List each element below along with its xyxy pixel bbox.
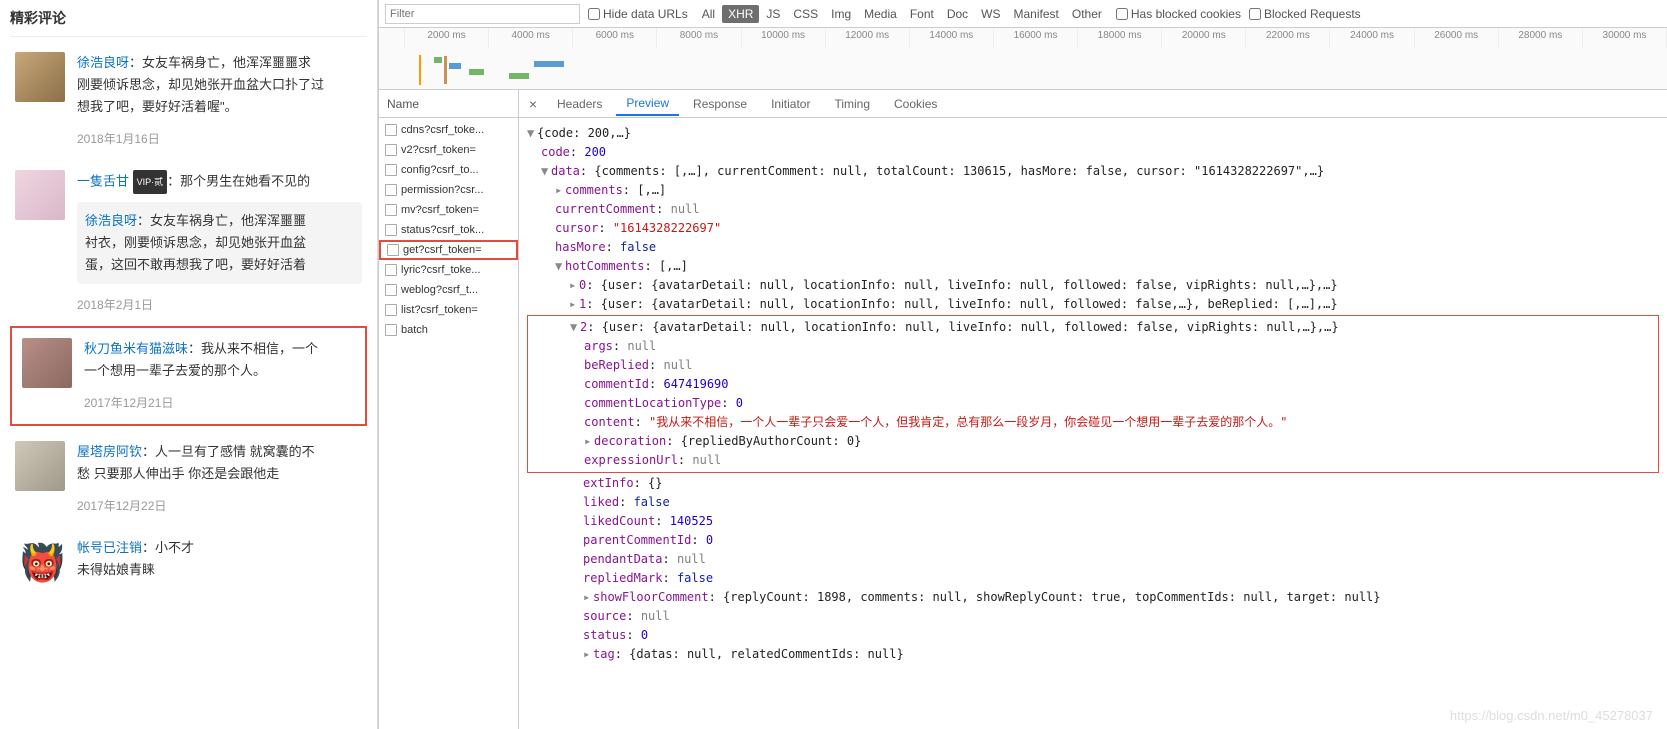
section-title: 精彩评论 xyxy=(10,0,367,37)
tab-cookies[interactable]: Cookies xyxy=(884,93,947,115)
request-row[interactable]: lyric?csrf_toke... xyxy=(379,260,518,280)
filter-tab-media[interactable]: Media xyxy=(858,5,903,23)
blocked-requests-checkbox[interactable]: Blocked Requests xyxy=(1249,7,1361,21)
file-icon xyxy=(385,304,397,316)
network-timeline[interactable]: 2000 ms4000 ms6000 ms8000 ms10000 ms1200… xyxy=(379,28,1667,90)
file-icon xyxy=(385,264,397,276)
request-row-selected[interactable]: get?csrf_token= xyxy=(379,240,518,260)
file-icon xyxy=(385,284,397,296)
filter-tab-manifest[interactable]: Manifest xyxy=(1008,5,1065,23)
highlighted-json-block: ▼2: {user: {avatarDetail: null, location… xyxy=(527,315,1659,473)
name-header: Name xyxy=(379,90,518,118)
nested-reply: 徐浩良呀：女友车祸身亡，他浑浑噩噩 衬衣，刚要倾诉思念，却见她张开血盆 蛋，这回… xyxy=(77,202,362,284)
file-icon xyxy=(385,324,397,336)
filter-tab-css[interactable]: CSS xyxy=(787,5,824,23)
filter-tab-doc[interactable]: Doc xyxy=(941,5,974,23)
avatar[interactable] xyxy=(15,170,65,220)
request-row[interactable]: weblog?csrf_t... xyxy=(379,280,518,300)
filter-type-tabs: All XHR JS CSS Img Media Font Doc WS Man… xyxy=(696,5,1108,23)
highlighted-comment: 秋刀鱼米有猫滋味：我从来不相信，一个 一个想用一辈子去爱的那个人。 2017年1… xyxy=(10,326,367,426)
comment-date: 2018年1月16日 xyxy=(77,128,362,150)
request-row[interactable]: permission?csr... xyxy=(379,180,518,200)
file-icon xyxy=(385,184,397,196)
tab-response[interactable]: Response xyxy=(683,93,757,115)
comment-item: 帐号已注销：小不才 未得姑娘青睐 xyxy=(10,522,367,592)
comment-date: 2017年12月22日 xyxy=(77,495,362,517)
username-link[interactable]: 秋刀鱼米有猫滋味 xyxy=(84,341,188,356)
filter-tab-img[interactable]: Img xyxy=(825,5,857,23)
request-name-column: Name cdns?csrf_toke... v2?csrf_token= co… xyxy=(379,90,519,729)
tab-timing[interactable]: Timing xyxy=(824,93,880,115)
filter-tab-all[interactable]: All xyxy=(696,5,721,23)
avatar[interactable] xyxy=(22,338,72,388)
username-link[interactable]: 徐浩良呀 xyxy=(85,213,137,228)
file-icon xyxy=(385,144,397,156)
comments-panel: 精彩评论 徐浩良呀：女友车祸身亡，他浑浑噩噩求 刚要倾诉思念，却见她张开血盆大口… xyxy=(0,0,378,729)
filter-tab-js[interactable]: JS xyxy=(760,5,786,23)
file-icon xyxy=(385,164,397,176)
devtools-panel: Hide data URLs All XHR JS CSS Img Media … xyxy=(378,0,1667,729)
comment-date: 2017年12月21日 xyxy=(84,392,355,414)
request-row[interactable]: batch xyxy=(379,320,518,340)
username-link[interactable]: 屋塔房阿钦 xyxy=(77,444,142,459)
file-icon xyxy=(387,244,399,256)
comment-item: 徐浩良呀：女友车祸身亡，他浑浑噩噩求 刚要倾诉思念，却见她张开血盆大口扑了过 想… xyxy=(10,37,367,155)
request-row[interactable]: config?csrf_to... xyxy=(379,160,518,180)
request-row[interactable]: mv?csrf_token= xyxy=(379,200,518,220)
comment-item: 屋塔房阿钦：人一旦有了感情 就窝囊的不 愁 只要那人伸出手 你还是会跟他走 20… xyxy=(10,426,367,522)
file-icon xyxy=(385,124,397,136)
tab-headers[interactable]: Headers xyxy=(547,93,612,115)
vip-badge: VIP·贰 xyxy=(133,170,168,194)
request-row[interactable]: cdns?csrf_toke... xyxy=(379,120,518,140)
request-row[interactable]: list?csrf_token= xyxy=(379,300,518,320)
request-row[interactable]: status?csrf_tok... xyxy=(379,220,518,240)
filter-tab-other[interactable]: Other xyxy=(1066,5,1108,23)
comment-item: 一隻舌甘 VIP·贰：那个男生在她看不见的 徐浩良呀：女友车祸身亡，他浑浑噩噩 … xyxy=(10,155,367,321)
hide-data-urls-checkbox[interactable]: Hide data URLs xyxy=(588,7,688,21)
file-icon xyxy=(385,204,397,216)
file-icon xyxy=(385,224,397,236)
avatar[interactable] xyxy=(15,441,65,491)
detail-tabs: × Headers Preview Response Initiator Tim… xyxy=(519,90,1667,118)
filter-tab-ws[interactable]: WS xyxy=(975,5,1006,23)
username-link[interactable]: 帐号已注销 xyxy=(77,540,142,555)
username-link[interactable]: 徐浩良呀 xyxy=(77,55,129,70)
json-preview[interactable]: ▼{code: 200,…} code: 200 ▼data: {comment… xyxy=(519,118,1667,729)
close-icon[interactable]: × xyxy=(523,96,543,112)
filter-tab-font[interactable]: Font xyxy=(904,5,940,23)
request-detail: × Headers Preview Response Initiator Tim… xyxy=(519,90,1667,729)
username-link[interactable]: 一隻舌甘 xyxy=(77,173,129,188)
avatar[interactable] xyxy=(15,52,65,102)
request-row[interactable]: v2?csrf_token= xyxy=(379,140,518,160)
network-toolbar: Hide data URLs All XHR JS CSS Img Media … xyxy=(379,0,1667,28)
blocked-cookies-checkbox[interactable]: Has blocked cookies xyxy=(1116,7,1241,21)
tab-initiator[interactable]: Initiator xyxy=(761,93,820,115)
filter-tab-xhr[interactable]: XHR xyxy=(722,5,759,23)
avatar[interactable] xyxy=(15,537,65,587)
comment-date: 2018年2月1日 xyxy=(77,294,362,316)
tab-preview[interactable]: Preview xyxy=(616,92,679,116)
filter-input[interactable] xyxy=(385,4,580,24)
